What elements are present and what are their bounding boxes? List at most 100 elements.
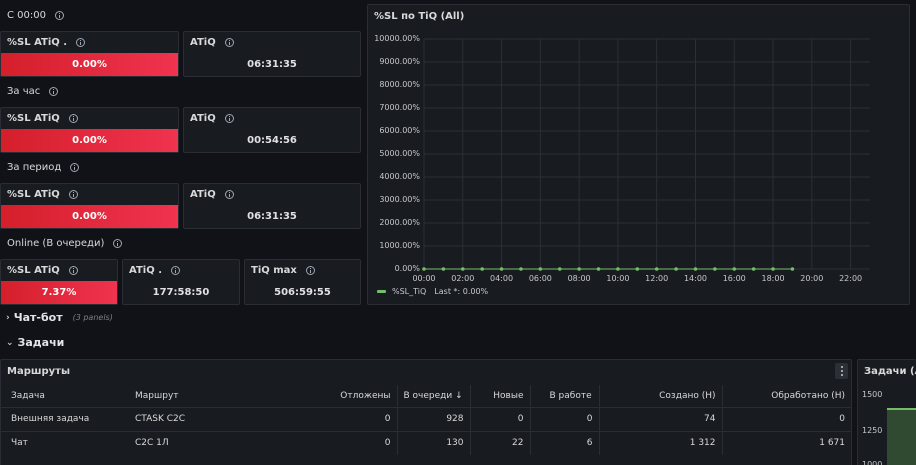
atiq-stat-panel-1: ATiQ 06:31:35 xyxy=(183,31,361,77)
info-icon[interactable] xyxy=(68,266,78,275)
column-header-created[interactable]: Создано (Н) xyxy=(599,385,723,407)
table-cell: 22 xyxy=(470,430,531,455)
panel-title-text: %SL ATiQ xyxy=(7,189,60,200)
info-icon[interactable] xyxy=(224,38,234,47)
sl-atiq-stat-panel-3: %SL ATiQ 0.00% xyxy=(0,183,179,229)
table-row[interactable]: Чат C2C 1Л 0 130 22 6 1 312 1 671 xyxy=(1,430,851,455)
series-point[interactable] xyxy=(460,267,465,271)
series-point[interactable] xyxy=(596,267,601,271)
series-point[interactable] xyxy=(519,267,523,271)
info-icon[interactable] xyxy=(49,87,59,96)
panel-title: ATiQ xyxy=(190,37,234,48)
series-point[interactable] xyxy=(635,267,640,271)
series-point[interactable] xyxy=(732,267,737,271)
row-title-text: За период xyxy=(7,162,62,173)
legend-calc: Last *: 0.00% xyxy=(434,287,489,296)
series-point[interactable] xyxy=(751,267,756,271)
panel-title: ATiQ xyxy=(190,113,234,124)
table-cell: 0 xyxy=(722,406,851,431)
section-panel-count: (3 panels) xyxy=(72,313,113,322)
panel-title-text: ATiQ xyxy=(190,37,216,48)
series-point[interactable] xyxy=(790,267,795,271)
sl-atiq-value: 0.00% xyxy=(1,53,178,76)
sl-atiq-stat-panel-4: %SL ATiQ 7.37% xyxy=(0,259,118,305)
tasks-all-panel: Задачи (All) 1500 1250 1000 xyxy=(857,359,916,465)
series-point[interactable] xyxy=(693,267,698,271)
chevron-right-icon: › xyxy=(6,312,10,323)
row-title-hour: За час xyxy=(7,86,59,97)
series-point[interactable] xyxy=(771,267,775,271)
sort-desc-icon: ↓ xyxy=(455,390,463,401)
table-cell: 0 xyxy=(530,406,600,431)
kebab-icon[interactable] xyxy=(835,363,848,379)
panel-title-text: %SL ATiQ . xyxy=(7,37,68,48)
sl-atiq-stat-panel-2: %SL ATiQ 0.00% xyxy=(0,107,179,153)
info-icon[interactable] xyxy=(305,266,315,275)
table-header-row: Задача Маршрут Отложены В очереди ↓ Новы… xyxy=(1,385,851,407)
column-header-task[interactable]: Задача xyxy=(1,385,125,407)
table-cell: 0 xyxy=(283,406,398,431)
legend-series-name: %SL_TiQ xyxy=(392,287,427,296)
section-chatbot[interactable]: › Чат-бот (3 panels) xyxy=(6,311,113,324)
column-header-route[interactable]: Маршрут xyxy=(125,385,283,407)
series-point[interactable] xyxy=(577,267,581,271)
info-icon[interactable] xyxy=(54,11,64,20)
series-point[interactable] xyxy=(713,267,717,271)
column-header-postponed[interactable]: Отложены xyxy=(283,385,398,407)
y-tick-label: 1250 xyxy=(862,426,883,435)
info-icon[interactable] xyxy=(68,190,78,199)
series-point[interactable] xyxy=(616,267,620,271)
table-cell: C2C 1Л xyxy=(125,430,283,455)
column-header-processed[interactable]: Обработано (Н) xyxy=(722,385,851,407)
chevron-down-icon: ⌄ xyxy=(6,337,14,348)
table-cell: 6 xyxy=(530,430,600,455)
table-cell: 74 xyxy=(599,406,723,431)
column-header-in-queue[interactable]: В очереди ↓ xyxy=(397,385,471,407)
panel-title: ATiQ xyxy=(190,189,234,200)
column-header-new[interactable]: Новые xyxy=(470,385,531,407)
sl-atiq-value: 0.00% xyxy=(1,129,178,152)
info-icon[interactable] xyxy=(113,239,123,248)
tiq-max-value: 506:59:55 xyxy=(274,287,331,298)
series-point[interactable] xyxy=(557,267,562,271)
section-title: Чат-бот xyxy=(13,311,63,324)
series-point[interactable] xyxy=(499,267,504,271)
tasks-area-series xyxy=(887,408,916,465)
info-icon[interactable] xyxy=(68,114,78,123)
section-title: Задачи xyxy=(17,336,65,349)
panel-title: %SL ATiQ xyxy=(7,189,78,200)
table-row[interactable]: Внешняя задача CTASK C2C 0 928 0 0 74 0 xyxy=(1,406,851,431)
y-tick-label: 1500 xyxy=(862,390,883,399)
atiq-stat-panel-2: ATiQ 00:54:56 xyxy=(183,107,361,153)
panel-title-text: ATiQ . xyxy=(129,265,162,276)
info-icon[interactable] xyxy=(224,114,234,123)
chart-legend[interactable]: %SL_TiQ Last *: 0.00% xyxy=(377,287,488,296)
row-title-text: За час xyxy=(7,86,41,97)
column-header-in-progress[interactable]: В работе xyxy=(530,385,600,407)
series-point[interactable] xyxy=(654,267,659,271)
table-cell: Чат xyxy=(1,430,125,455)
panel-title: TiQ max xyxy=(251,265,315,276)
section-tasks[interactable]: ⌄ Задачи xyxy=(6,336,64,349)
panel-title: %SL ATiQ xyxy=(7,113,78,124)
series-point[interactable] xyxy=(441,267,446,271)
row-title-online: Online (В очереди) xyxy=(7,238,123,249)
table-cell: 1 671 xyxy=(722,430,851,455)
info-icon[interactable] xyxy=(224,190,234,199)
sl-atiq-value: 0.00% xyxy=(1,205,178,228)
routes-table: Задача Маршрут Отложены В очереди ↓ Новы… xyxy=(1,385,851,455)
panel-title-text: %SL ATiQ xyxy=(7,265,60,276)
table-cell: 0 xyxy=(283,430,398,455)
sl-atiq-value: 7.37% xyxy=(1,281,117,304)
table-cell: 0 xyxy=(470,406,531,431)
series-point[interactable] xyxy=(480,267,484,271)
series-point[interactable] xyxy=(422,267,426,271)
panel-title: Маршруты xyxy=(7,366,70,377)
chart-plot[interactable] xyxy=(368,5,909,304)
info-icon[interactable] xyxy=(70,163,80,172)
info-icon[interactable] xyxy=(76,38,86,47)
series-point[interactable] xyxy=(674,267,678,271)
panel-title: %SL ATiQ . xyxy=(7,37,86,48)
info-icon[interactable] xyxy=(171,266,180,275)
series-point[interactable] xyxy=(538,267,543,271)
